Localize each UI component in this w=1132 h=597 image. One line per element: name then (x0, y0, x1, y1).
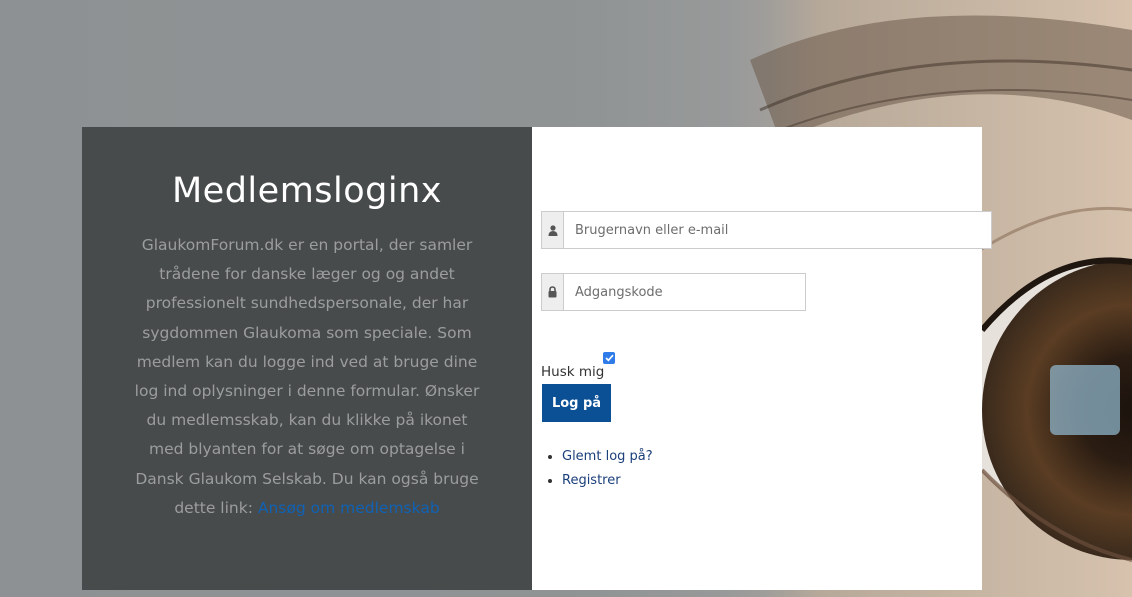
checkmark-icon (604, 354, 614, 362)
list-item: Glemt log på? (562, 447, 653, 471)
list-item: Registrer (562, 471, 653, 495)
lock-icon (542, 274, 564, 310)
password-field-group (541, 273, 806, 311)
forgot-login-link[interactable]: Glemt log på? (562, 449, 653, 464)
remember-me-label: Husk mig (541, 364, 605, 380)
remember-me-checkbox[interactable] (603, 352, 615, 364)
remember-me: Husk mig (541, 352, 631, 382)
password-input[interactable] (564, 274, 805, 310)
user-icon (542, 212, 564, 248)
page-title: Medlemsloginx (171, 171, 442, 211)
intro-description: GlaukomForum.dk er en portal, der samler… (134, 236, 480, 517)
username-input[interactable] (564, 212, 991, 248)
username-field-group (541, 211, 992, 249)
login-page: Medlemsloginx GlaukomForum.dk er en port… (0, 0, 1132, 597)
register-link[interactable]: Registrer (562, 473, 621, 488)
intro-text: GlaukomForum.dk er en portal, der samler… (128, 231, 486, 523)
login-button[interactable]: Log på (542, 384, 611, 422)
account-links: Glemt log på? Registrer (548, 447, 653, 495)
intro-panel: Medlemsloginx GlaukomForum.dk er en port… (82, 127, 532, 590)
membership-application-link[interactable]: Ansøg om medlemskab (258, 499, 440, 517)
